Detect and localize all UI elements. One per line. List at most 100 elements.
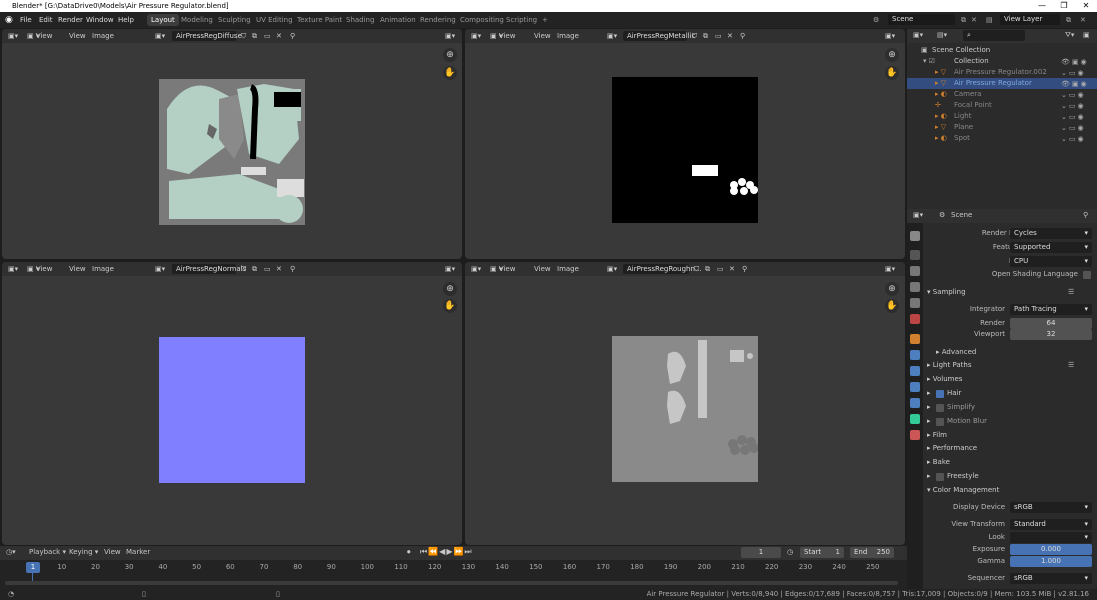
- sampling-panel-header[interactable]: ▾ Sampling: [927, 288, 966, 296]
- look-select[interactable]: ▾: [1010, 532, 1092, 543]
- particles-tab-icon[interactable]: [910, 366, 920, 376]
- image-name-field[interactable]: AirPressRegMetallic: [623, 31, 695, 41]
- marker-menu[interactable]: Marker: [126, 548, 150, 556]
- outliner-row-light[interactable]: ▸ ◐ Light ⌄▭◉: [907, 111, 1097, 122]
- tab-compositing[interactable]: Compositing: [456, 14, 508, 26]
- sidebar-toggle-icon[interactable]: ▣▾: [885, 29, 895, 43]
- performance-panel[interactable]: ▸ Performance: [927, 444, 977, 452]
- record-button[interactable]: ⏺: [407, 548, 411, 557]
- view-dropdown[interactable]: ▣ View ▾: [27, 262, 52, 276]
- modifier-tab-icon[interactable]: [910, 350, 920, 360]
- render-samples-field[interactable]: 64: [1010, 318, 1092, 329]
- image-menu[interactable]: Image: [557, 29, 579, 43]
- constraints-tab-icon[interactable]: [910, 398, 920, 408]
- outliner-editor-type-icon[interactable]: ▣▾: [913, 31, 923, 39]
- filter-icon[interactable]: ⛛▾: [1065, 31, 1074, 40]
- osl-checkbox[interactable]: [1083, 271, 1091, 279]
- film-panel[interactable]: ▸ Film: [927, 431, 947, 439]
- pan-hand-icon[interactable]: ✋: [443, 66, 457, 80]
- visibility-icons[interactable]: ⌄▭◉: [1061, 112, 1091, 121]
- blender-logo-icon[interactable]: ◉: [5, 12, 13, 28]
- visibility-icons[interactable]: ⌄▭◉: [1061, 134, 1091, 143]
- outliner-row-air-pressure-regulator[interactable]: ▸ ▽ Air Pressure Regulator 👁▣◉: [907, 78, 1097, 89]
- image-menu[interactable]: Image: [557, 262, 579, 276]
- menu-help[interactable]: Help: [118, 12, 134, 28]
- physics-tab-icon[interactable]: [910, 382, 920, 392]
- image-browse-icon[interactable]: ▣▾: [607, 262, 617, 276]
- view-dropdown[interactable]: ▣ View ▾: [490, 262, 515, 276]
- view-transform-select[interactable]: Standard ▾: [1010, 519, 1092, 530]
- view-dropdown[interactable]: ▣ View ▾: [27, 29, 52, 43]
- zoom-icon[interactable]: ⊕: [885, 48, 899, 62]
- scene-field[interactable]: Scene: [888, 14, 955, 25]
- frame-ruler[interactable]: 10 20 30 40 50 60 70 80 90 100 110 120 130 140 150 160 1…: [0, 562, 907, 574]
- timeline-scrollbar[interactable]: [5, 581, 898, 585]
- new-scene-icon[interactable]: ⧉: [961, 12, 966, 28]
- pin-icon[interactable]: ⚲: [290, 29, 295, 43]
- open-image-icon[interactable]: ▭: [715, 29, 722, 43]
- unlink-image-icon[interactable]: ✕: [276, 262, 282, 276]
- current-frame-field[interactable]: 1: [741, 547, 781, 558]
- viewport-samples-field[interactable]: 32: [1010, 329, 1092, 340]
- pan-hand-icon[interactable]: ✋: [885, 66, 899, 80]
- view-dropdown[interactable]: ▣ View ▾: [490, 29, 515, 43]
- output-tab-icon[interactable]: [910, 266, 920, 276]
- world-tab-icon[interactable]: [910, 314, 920, 324]
- end-frame-field[interactable]: End 250: [850, 547, 894, 558]
- start-frame-field[interactable]: Start 1: [800, 547, 844, 558]
- add-workspace-button[interactable]: +: [538, 14, 552, 26]
- unlink-image-icon[interactable]: ✕: [727, 29, 733, 43]
- playhead[interactable]: 1: [26, 562, 40, 573]
- view-menu[interactable]: View: [69, 262, 86, 276]
- delete-scene-icon[interactable]: ✕: [971, 12, 977, 28]
- tab-shading[interactable]: Shading: [342, 14, 378, 26]
- timeline-editor-type-icon[interactable]: ◷▾: [6, 548, 16, 556]
- view-menu[interactable]: View: [104, 548, 121, 556]
- tool-tab-icon[interactable]: [910, 231, 920, 241]
- image-name-field[interactable]: AirPressRegRoughn...: [623, 264, 702, 274]
- scene-tab-icon[interactable]: [910, 298, 920, 308]
- sidebar-toggle-icon[interactable]: ▣▾: [445, 262, 455, 276]
- pan-hand-icon[interactable]: ✋: [443, 299, 457, 313]
- editor-type-icon[interactable]: ▣▾: [8, 262, 18, 276]
- image-name-field[interactable]: AirPressRegNormals: [172, 264, 246, 274]
- new-image-icon[interactable]: ⧉: [252, 29, 257, 43]
- outliner-row-plane[interactable]: ▸ ▽ Plane ⌄▭◉: [907, 122, 1097, 133]
- simplify-checkbox[interactable]: [936, 404, 944, 412]
- render-tab-icon[interactable]: [910, 250, 920, 260]
- menu-window[interactable]: Window: [86, 12, 114, 28]
- outliner-row-spot[interactable]: ▸ ◐ Spot ⌄▭◉: [907, 133, 1097, 144]
- editor-type-icon[interactable]: ▣▾: [8, 29, 18, 43]
- new-collection-icon[interactable]: ▣: [1083, 31, 1090, 39]
- image-browse-icon[interactable]: ▣▾: [155, 262, 165, 276]
- view-layer-field[interactable]: View Layer: [1000, 14, 1060, 25]
- menu-render[interactable]: Render: [58, 12, 83, 28]
- display-device-select[interactable]: sRGB ▾: [1010, 502, 1092, 513]
- pin-icon[interactable]: ⚲: [1083, 211, 1088, 219]
- playback-controls[interactable]: ⏮⏪◀▶⏩⏭: [420, 547, 473, 557]
- maximize-button[interactable]: ❐: [1053, 0, 1075, 12]
- minimize-button[interactable]: —: [1031, 0, 1053, 12]
- delete-view-layer-icon[interactable]: ✕: [1080, 12, 1086, 28]
- tab-texture-paint[interactable]: Texture Paint: [293, 14, 346, 26]
- outliner-row-air-pressure-regulator-002[interactable]: ▸ ▽ Air Pressure Regulator.002 ⌄▭◉: [907, 67, 1097, 78]
- exposure-field[interactable]: 0.000: [1010, 544, 1092, 555]
- new-image-icon[interactable]: ⧉: [252, 262, 257, 276]
- volumes-panel[interactable]: ▸ Volumes: [927, 375, 962, 383]
- zoom-icon[interactable]: ⊕: [443, 282, 457, 296]
- fake-user-icon[interactable]: ⛉: [241, 29, 246, 43]
- hair-checkbox[interactable]: [936, 390, 944, 398]
- tab-animation[interactable]: Animation: [376, 14, 420, 26]
- sidebar-toggle-icon[interactable]: ▣▾: [445, 29, 455, 43]
- view-menu[interactable]: View: [534, 29, 551, 43]
- feature-set-select[interactable]: Supported ▾: [1010, 242, 1092, 253]
- tab-modeling[interactable]: Modeling: [177, 14, 217, 26]
- outliner-row-focal-point[interactable]: ✢ Focal Point ⌄▭◉: [907, 100, 1097, 111]
- gamma-field[interactable]: 1.000: [1010, 556, 1092, 567]
- editor-type-icon[interactable]: ▣▾: [471, 262, 481, 276]
- visibility-icons[interactable]: ⌄▭◉: [1061, 68, 1091, 77]
- tab-rendering[interactable]: Rendering: [416, 14, 460, 26]
- fake-user-icon[interactable]: ⛉: [241, 262, 246, 276]
- image-editor-diffuse[interactable]: ▣▾ ▣ View ▾ View Image ▣▾ AirPressRegDif…: [2, 29, 462, 259]
- tab-uv-editing[interactable]: UV Editing: [252, 14, 297, 26]
